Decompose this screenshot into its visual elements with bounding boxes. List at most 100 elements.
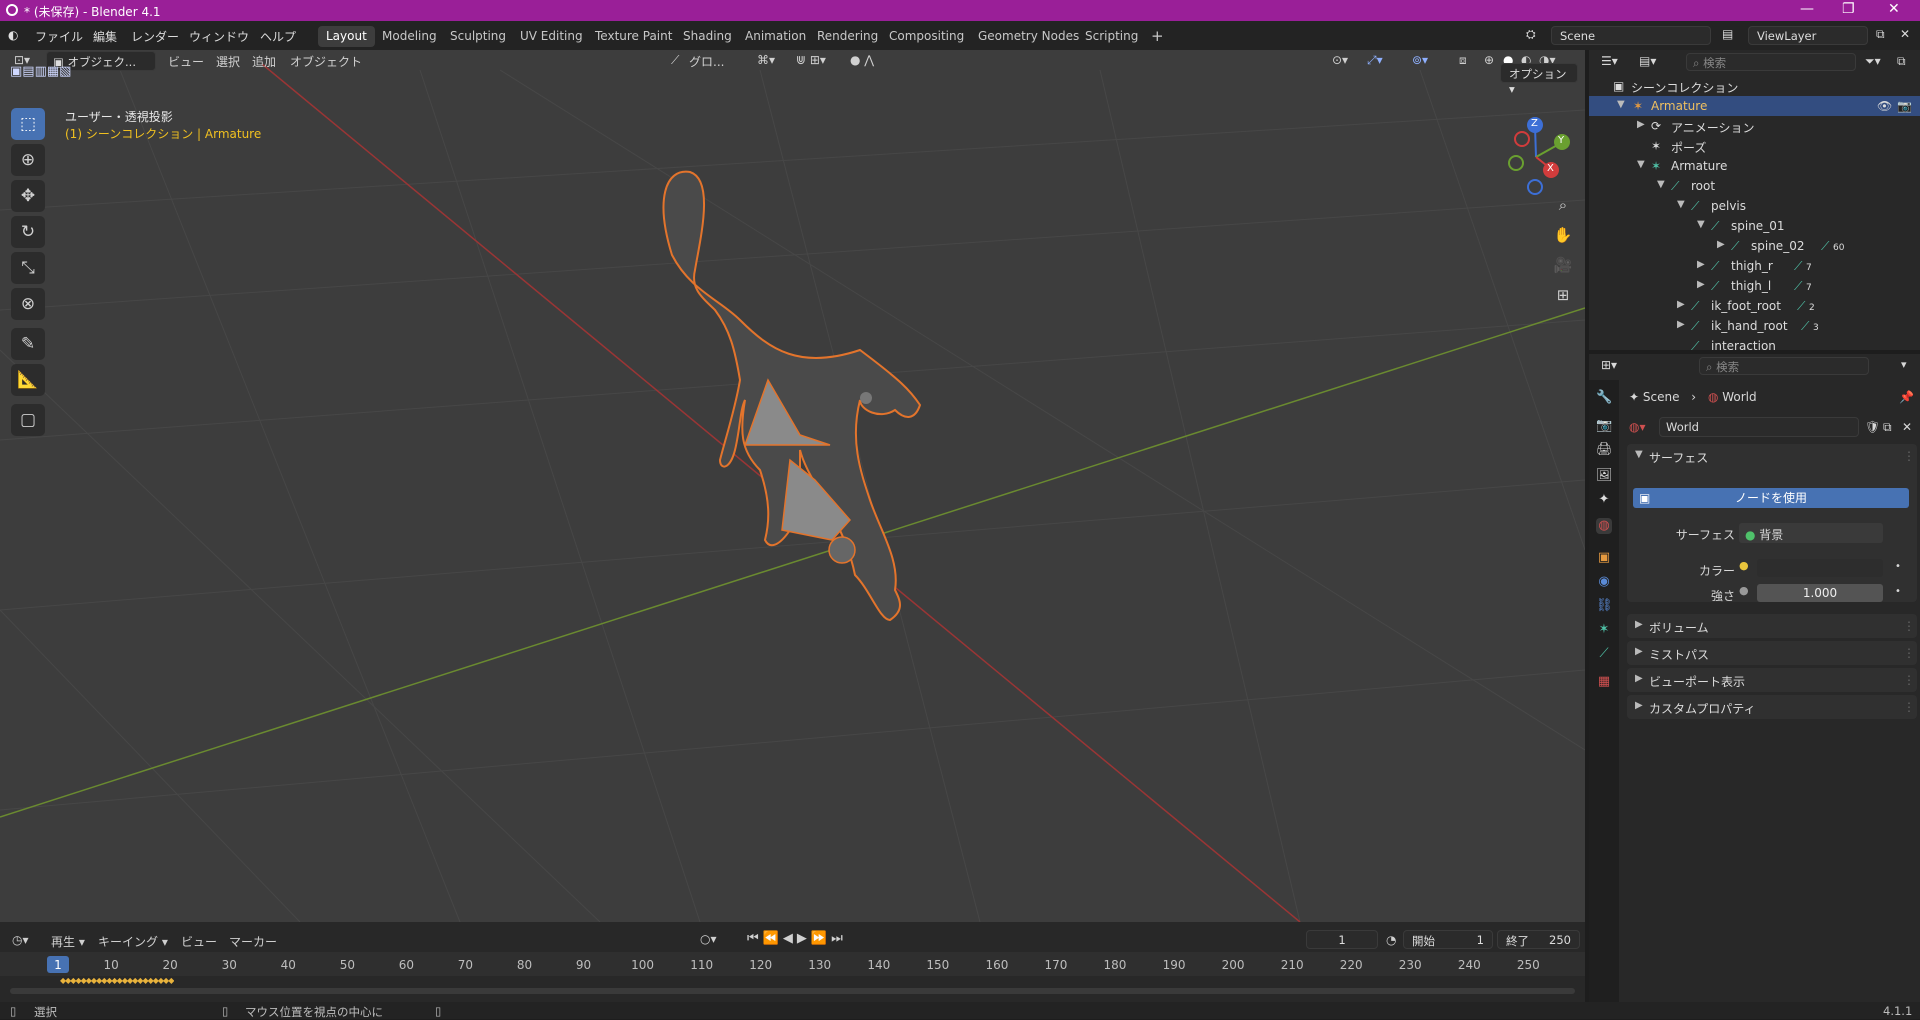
minimize-button[interactable]: — <box>1800 1 1814 17</box>
texture-tab-icon[interactable]: ▦ <box>1596 674 1612 690</box>
measure-tool[interactable]: 📐 <box>11 364 45 396</box>
strength-field[interactable]: 1.000 <box>1757 584 1883 602</box>
properties-editor-icon[interactable]: ⊞▾ <box>1601 358 1617 372</box>
outliner-row-thigh-l[interactable]: ▶ ⟋ thigh_l ⟋ 7 <box>1589 276 1920 296</box>
expand-arrow-icon[interactable]: ▶ <box>1635 619 1643 630</box>
tab-uv-editing[interactable]: UV Editing <box>512 26 591 47</box>
annotate-tool[interactable]: ✎ <box>11 328 45 360</box>
scene-selector-icon[interactable]: ⛭ <box>1526 27 1536 42</box>
render-tab-icon[interactable]: 📷 <box>1596 418 1612 434</box>
expand-arrow-icon[interactable]: ▶ <box>1677 319 1685 330</box>
outliner-row-spine-01[interactable]: ▼ ⟋ spine_01 <box>1589 216 1920 236</box>
preview-range-icon[interactable]: ◔ <box>1386 933 1396 947</box>
menu-edit[interactable]: 編集 <box>93 28 117 45</box>
outliner-search-input[interactable]: ⌕ 検索 <box>1686 53 1856 71</box>
menu-render[interactable]: レンダー <box>131 28 179 45</box>
options-dropdown[interactable]: オプション ▾ <box>1500 63 1578 96</box>
expand-arrow-icon[interactable]: ▼ <box>1617 99 1625 110</box>
tab-layout[interactable]: Layout <box>318 26 375 47</box>
outliner-editor-icon[interactable]: ☰▾ <box>1601 54 1618 68</box>
physics-tab-icon[interactable]: ◉ <box>1596 574 1612 590</box>
tab-shading[interactable]: Shading <box>675 26 740 47</box>
bone-tab-icon[interactable]: ⟋ <box>1596 646 1612 662</box>
view-layer-field[interactable]: ViewLayer <box>1748 26 1868 45</box>
snap-icon[interactable]: ⋓ ⊞▾ <box>796 53 826 67</box>
3d-viewport[interactable]: ⊡▾ ▣ オブジェク... ビュー 選択 追加 オブジェクト ⟋ グロ... ⌘… <box>0 50 1585 922</box>
rotate-tool[interactable]: ↻ <box>11 216 45 248</box>
render-camera-icon[interactable]: 📷 <box>1897 99 1912 113</box>
add-workspace-button[interactable]: + <box>1143 24 1172 45</box>
menu-window[interactable]: ウィンドウ <box>189 28 249 45</box>
menu-select[interactable]: 選択 <box>216 53 240 70</box>
outliner-row-animation[interactable]: ▶ ⟳ アニメーション <box>1589 116 1920 136</box>
outliner-row-root[interactable]: ▼ ⟋ root <box>1589 176 1920 196</box>
color-swatch[interactable] <box>1757 559 1883 577</box>
expand-arrow-icon[interactable]: ▶ <box>1635 673 1643 684</box>
eye-icon[interactable]: 👁 <box>1877 99 1892 113</box>
properties-search-input[interactable]: ⌕ 検索 <box>1699 357 1869 375</box>
navigation-gizmo[interactable]: Z Y X <box>1493 114 1579 200</box>
copy-view-layer-icon[interactable]: ⧉ <box>1876 27 1885 42</box>
tab-animation[interactable]: Animation <box>737 26 814 47</box>
outliner-row-scene-collection[interactable]: ▣ シーンコレクション <box>1589 76 1920 96</box>
volume-panel[interactable]: ▶ ボリューム ⋮⋮ <box>1627 614 1920 638</box>
outliner-row-thigh-r[interactable]: ▶ ⟋ thigh_r ⟋ 7 <box>1589 256 1920 276</box>
end-frame-field[interactable]: 終了 250 <box>1497 930 1580 949</box>
close-button[interactable]: ✕ <box>1888 1 1900 17</box>
camera-icon[interactable]: 🎥 <box>1550 252 1576 278</box>
collapse-arrow-icon[interactable]: ▼ <box>1635 449 1643 460</box>
expand-arrow-icon[interactable]: ▶ <box>1717 239 1725 250</box>
pivot-icon[interactable]: ⌘▾ <box>757 53 775 67</box>
object-tab-icon[interactable]: ▣ <box>1596 550 1612 566</box>
drag-handle-icon[interactable]: ⋮⋮ <box>1903 646 1920 660</box>
tab-modeling[interactable]: Modeling <box>374 26 445 47</box>
blender-menu-icon[interactable]: ◐ <box>8 28 18 42</box>
expand-arrow-icon[interactable]: ▶ <box>1635 700 1643 711</box>
outliner-row-ik-foot-root[interactable]: ▶ ⟋ ik_foot_root ⟋ 2 <box>1589 296 1920 316</box>
expand-arrow-icon[interactable]: ▼ <box>1677 199 1685 210</box>
timeline-editor-icon[interactable]: ◷▾ <box>12 933 29 947</box>
keyframes[interactable]: ◆◆◆◆◆◆◆◆◆◆◆◆◆◆◆◆◆◆◆◆◆◆ <box>60 976 174 984</box>
transform-tool[interactable]: ⊗ <box>11 288 45 320</box>
viewport-display-panel[interactable]: ▶ ビューポート表示 ⋮⋮ <box>1627 668 1920 692</box>
expand-arrow-icon[interactable]: ▶ <box>1637 119 1645 130</box>
grid-perspective-icon[interactable]: ⊞ <box>1550 282 1576 308</box>
outliner-row-pose[interactable]: ✶ ポーズ <box>1589 136 1920 156</box>
wireframe-shading-icon[interactable]: ⊕ <box>1484 53 1494 67</box>
view-layer-icon[interactable]: ▤ <box>1722 27 1733 41</box>
outliner-row-armature-data[interactable]: ▼ ✶ Armature <box>1589 156 1920 176</box>
xray-icon[interactable]: ⧈ <box>1459 53 1467 68</box>
unlink-icon[interactable]: ✕ <box>1902 420 1912 434</box>
menu-object[interactable]: オブジェクト <box>290 53 362 70</box>
drag-handle-icon[interactable]: ⋮⋮ <box>1903 619 1920 633</box>
surface-shader-field[interactable]: ● 背景 <box>1739 523 1883 543</box>
mist-pass-panel[interactable]: ▶ ミストパス ⋮⋮ <box>1627 641 1920 665</box>
menu-playback[interactable]: 再生 ▾ <box>51 933 85 950</box>
outliner-row-ik-hand-root[interactable]: ▶ ⟋ ik_hand_root ⟋ 3 <box>1589 316 1920 336</box>
drag-handle-icon[interactable]: ⋮⋮ <box>1903 673 1920 687</box>
color-socket-icon[interactable]: ● <box>1739 559 1755 577</box>
auto-keying-icon[interactable]: ○▾ <box>700 932 717 946</box>
surface-panel-title[interactable]: サーフェス <box>1649 449 1708 466</box>
menu-marker[interactable]: マーカー <box>229 933 277 950</box>
tab-texture-paint[interactable]: Texture Paint <box>587 26 680 47</box>
outliner-row-interaction[interactable]: ⟋ interaction <box>1589 336 1920 350</box>
tool-tab-icon[interactable]: 🔧 <box>1596 390 1612 406</box>
menu-view[interactable]: ビュー <box>168 53 204 70</box>
drag-handle-icon[interactable]: ⋮⋮ <box>1903 700 1920 714</box>
expand-arrow-icon[interactable]: ▼ <box>1697 219 1705 230</box>
tab-sculpting[interactable]: Sculpting <box>442 26 514 47</box>
properties-options-icon[interactable]: ▾ <box>1901 358 1907 371</box>
gizmo-toggle-icon[interactable]: ⤢▾ <box>1367 53 1383 68</box>
move-tool[interactable]: ✥ <box>11 180 45 212</box>
custom-properties-panel[interactable]: ▶ カスタムプロパティ ⋮⋮ <box>1627 695 1920 719</box>
expand-arrow-icon[interactable]: ▼ <box>1637 159 1645 170</box>
menu-add[interactable]: 追加 <box>252 53 276 70</box>
expand-arrow-icon[interactable]: ▶ <box>1635 646 1643 657</box>
menu-timeline-view[interactable]: ビュー <box>181 933 217 950</box>
timeline[interactable]: ◷▾ 再生 ▾ キーイング ▾ ビュー マーカー ○▾ ⏮⏪◀▶⏩⏭ 1 ◔ 開… <box>0 922 1585 1002</box>
scale-tool[interactable]: ⤡ <box>11 252 45 284</box>
scene-field[interactable]: Scene <box>1551 26 1711 45</box>
tab-scripting[interactable]: Scripting <box>1077 26 1146 47</box>
world-name-field[interactable]: World <box>1659 417 1859 437</box>
